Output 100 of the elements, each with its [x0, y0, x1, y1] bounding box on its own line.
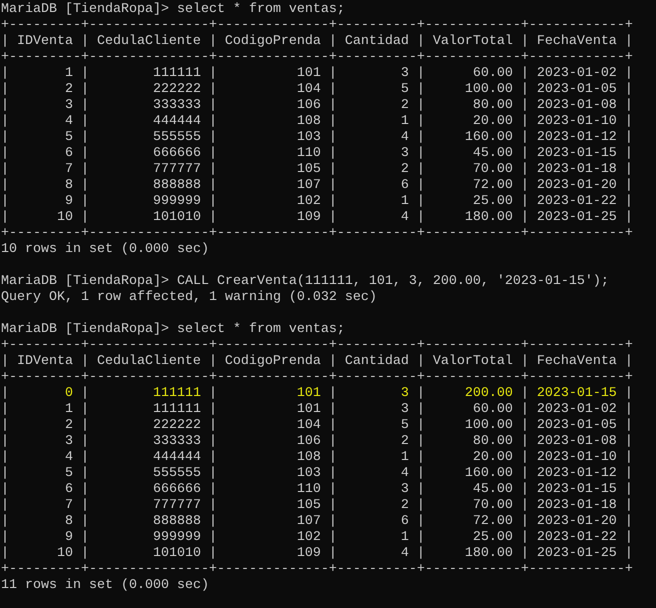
table-cell: 4	[64, 114, 73, 129]
table-cell: 444444	[152, 450, 201, 465]
column-separator: |	[80, 546, 89, 562]
column-header: CodigoPrenda	[224, 34, 321, 49]
table-cell: 101010	[152, 546, 201, 561]
column-separator: |	[208, 130, 217, 146]
column-separator: |	[520, 418, 529, 434]
result-message: Query OK, 1 row affected, 1 warning (0.032 sec)	[1, 290, 377, 306]
column-separator: |	[520, 34, 529, 50]
table-cell: 2	[64, 82, 73, 97]
column-separator: |	[208, 482, 217, 498]
column-separator: |	[1, 114, 9, 130]
column-separator: |	[1, 66, 9, 82]
column-separator: |	[416, 514, 425, 530]
table-cell: 2023-01-12	[536, 130, 617, 145]
table-cell: 3	[64, 98, 73, 113]
table-cell: 180.00	[464, 546, 513, 561]
result-message: 11 rows in set (0.000 sec)	[1, 578, 209, 594]
table-cell: 2023-01-20	[536, 514, 617, 529]
column-separator: |	[1, 450, 9, 466]
table-cell: 3	[400, 386, 409, 401]
table-cell: 333333	[152, 434, 201, 449]
column-separator: |	[208, 178, 217, 194]
column-separator: |	[624, 210, 633, 226]
table-cell: 105	[296, 162, 321, 177]
table-cell: 888888	[152, 514, 201, 529]
column-separator: |	[1, 498, 9, 514]
column-separator: |	[1, 514, 9, 530]
table-cell: 160.00	[464, 130, 513, 145]
table-border: +---------+---------------+--------------+----------+------------+------------+	[1, 338, 633, 354]
column-header: CedulaCliente	[96, 354, 201, 369]
column-separator: |	[80, 98, 89, 114]
table-cell: 10	[56, 546, 73, 561]
table-cell: 999999	[152, 530, 201, 545]
column-separator: |	[328, 482, 337, 498]
table-cell: 2023-01-10	[536, 450, 617, 465]
table-cell: 2023-01-20	[536, 178, 617, 193]
column-separator: |	[328, 98, 337, 114]
table-cell: 1	[400, 530, 409, 545]
column-separator: |	[208, 162, 217, 178]
column-separator: |	[208, 354, 217, 370]
column-separator: |	[520, 130, 529, 146]
column-separator: |	[416, 482, 425, 498]
column-separator: |	[1, 546, 9, 562]
table-cell: 7	[64, 162, 73, 177]
table-cell: 0	[64, 386, 73, 401]
column-separator: |	[624, 434, 633, 450]
table-cell: 3	[64, 434, 73, 449]
column-separator: |	[208, 386, 217, 402]
column-separator: |	[80, 418, 89, 434]
column-separator: |	[416, 98, 425, 114]
table-cell: 111111	[152, 402, 201, 417]
table-cell: 111111	[152, 66, 201, 81]
column-separator: |	[80, 178, 89, 194]
column-separator: |	[80, 34, 89, 50]
column-separator: |	[416, 130, 425, 146]
table-cell: 3	[400, 66, 409, 81]
column-separator: |	[416, 466, 425, 482]
table-cell: 4	[400, 546, 409, 561]
column-separator: |	[416, 210, 425, 226]
column-separator: |	[416, 178, 425, 194]
column-separator: |	[328, 210, 337, 226]
table-cell: 101010	[152, 210, 201, 225]
column-separator: |	[624, 402, 633, 418]
column-separator: |	[416, 434, 425, 450]
column-separator: |	[416, 194, 425, 210]
column-separator: |	[624, 130, 633, 146]
table-cell: 109	[296, 210, 321, 225]
column-separator: |	[624, 178, 633, 194]
table-cell: 3	[400, 482, 409, 497]
table-cell: 6	[400, 178, 409, 193]
column-separator: |	[520, 162, 529, 178]
table-border: +---------+---------------+--------------+----------+------------+------------+	[1, 370, 633, 386]
table-cell: 103	[296, 466, 321, 481]
column-header: CedulaCliente	[96, 34, 201, 49]
column-separator: |	[624, 514, 633, 530]
table-cell: 6	[64, 482, 73, 497]
table-cell: 888888	[152, 178, 201, 193]
table-cell: 1	[400, 114, 409, 129]
table-cell: 2023-01-05	[536, 418, 617, 433]
table-cell: 777777	[152, 162, 201, 177]
column-separator: |	[624, 354, 633, 370]
table-cell: 45.00	[472, 482, 513, 497]
column-separator: |	[624, 546, 633, 562]
table-cell: 110	[296, 146, 321, 161]
table-cell: 2023-01-12	[536, 466, 617, 481]
column-separator: |	[328, 450, 337, 466]
column-separator: |	[328, 514, 337, 530]
column-separator: |	[624, 98, 633, 114]
table-cell: 100.00	[464, 418, 513, 433]
table-cell: 105	[296, 498, 321, 513]
table-cell: 60.00	[472, 66, 513, 81]
table-cell: 222222	[152, 82, 201, 97]
command-line: MariaDB [TiendaRopa]> select * from ventas;	[1, 2, 345, 18]
column-separator: |	[624, 418, 633, 434]
column-separator: |	[328, 162, 337, 178]
table-cell: 1	[400, 194, 409, 209]
table-cell: 109	[296, 546, 321, 561]
table-cell: 160.00	[464, 466, 513, 481]
column-separator: |	[624, 194, 633, 210]
